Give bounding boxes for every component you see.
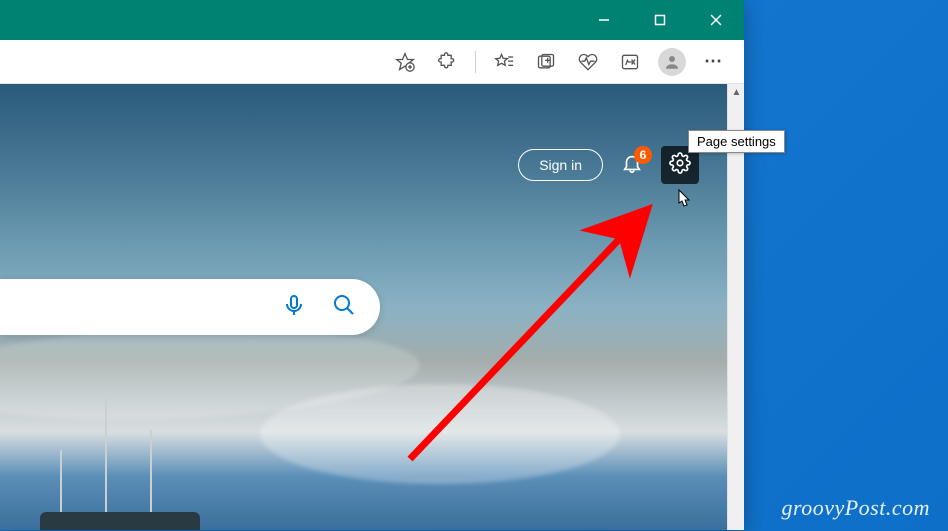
browser-toolbar: ⋯ (0, 40, 744, 84)
titlebar (0, 0, 744, 40)
close-button[interactable] (688, 0, 744, 40)
sign-in-button[interactable]: Sign in (518, 149, 603, 181)
bg-mast (105, 390, 107, 530)
minimize-button[interactable] (576, 0, 632, 40)
maximize-button[interactable] (632, 0, 688, 40)
math-solver-icon[interactable] (612, 44, 648, 80)
search-bar[interactable] (0, 279, 380, 335)
more-menu-button[interactable]: ⋯ (696, 44, 732, 80)
scroll-up-icon[interactable]: ▲ (728, 84, 744, 101)
gear-icon (669, 152, 691, 179)
page-settings-tooltip: Page settings (688, 130, 785, 153)
performance-heartbeat-icon[interactable] (570, 44, 606, 80)
annotation-arrow (380, 199, 680, 479)
notifications-button[interactable]: 6 (619, 152, 645, 178)
favorite-star-plus-icon[interactable] (387, 44, 423, 80)
more-icon: ⋯ (704, 51, 724, 72)
toolbar-divider (475, 51, 476, 73)
extensions-puzzle-icon[interactable] (429, 44, 465, 80)
ntp-top-controls: Sign in 6 (518, 146, 699, 184)
collections-icon[interactable] (528, 44, 564, 80)
favorites-list-icon[interactable] (486, 44, 522, 80)
profile-avatar[interactable] (658, 48, 686, 76)
browser-window: ⋯ Sign in 6 (0, 0, 744, 530)
voice-search-icon[interactable] (282, 293, 306, 322)
viewport: Sign in 6 (0, 84, 744, 530)
cursor-pointer-icon (671, 188, 695, 217)
watermark-text: groovyPost.com (781, 495, 930, 521)
search-icon[interactable] (332, 293, 356, 322)
notification-badge: 6 (634, 146, 652, 164)
bg-boat (40, 512, 200, 530)
new-tab-page: Sign in 6 (0, 84, 727, 530)
